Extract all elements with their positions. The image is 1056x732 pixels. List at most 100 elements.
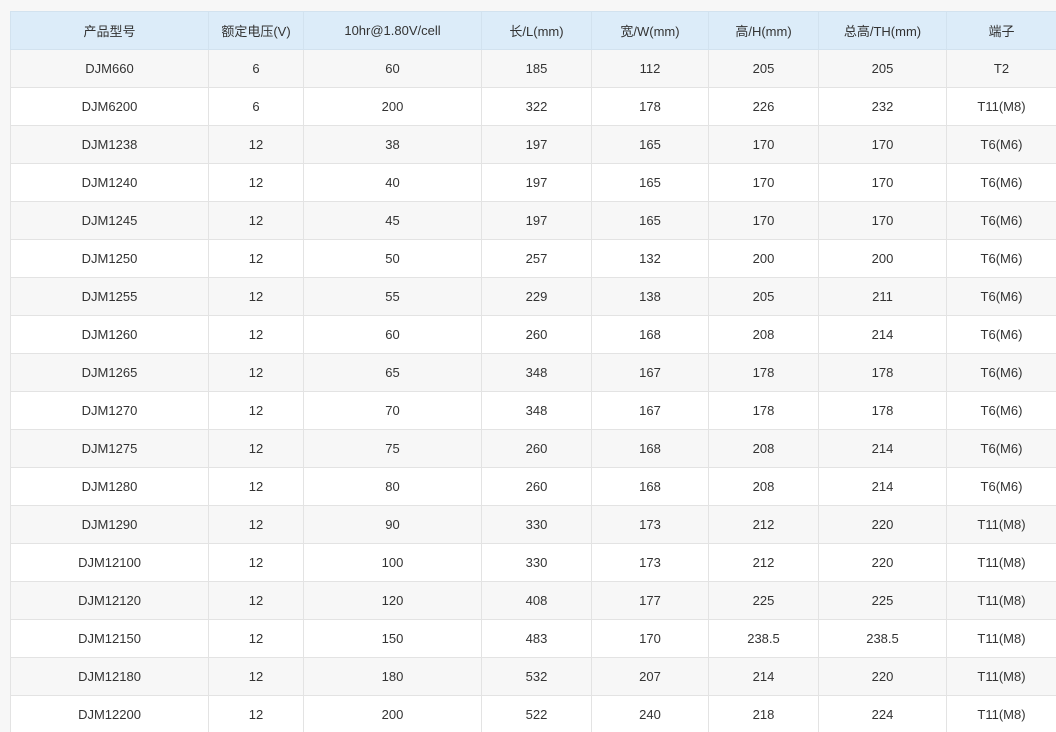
cell-width: 207 bbox=[591, 657, 709, 696]
cell-capacity: 180 bbox=[303, 657, 482, 696]
cell-terminal: T6(M6) bbox=[946, 163, 1056, 202]
cell-length: 408 bbox=[481, 581, 592, 620]
cell-height: 208 bbox=[708, 467, 819, 506]
header-length: 长/L(mm) bbox=[481, 11, 592, 50]
cell-model: DJM1275 bbox=[10, 429, 209, 468]
cell-terminal: T6(M6) bbox=[946, 277, 1056, 316]
table-row: DJM1238 12 38 197 165 170 170 T6(M6) bbox=[10, 125, 1056, 164]
cell-capacity: 80 bbox=[303, 467, 482, 506]
cell-model: DJM1280 bbox=[10, 467, 209, 506]
cell-height: 238.5 bbox=[708, 619, 819, 658]
cell-width: 240 bbox=[591, 695, 709, 732]
header-height: 高/H(mm) bbox=[708, 11, 819, 50]
table-body: DJM660 6 60 185 112 205 205 T2 DJM6200 6 200 322 178… bbox=[10, 49, 1056, 732]
cell-total-height: 214 bbox=[818, 429, 947, 468]
table-header: 产品型号 额定电压(V) 10hr@1.80V/cell 长/L(mm) 宽/W… bbox=[10, 11, 1056, 50]
cell-capacity: 200 bbox=[303, 695, 482, 732]
cell-capacity: 65 bbox=[303, 353, 482, 392]
cell-width: 132 bbox=[591, 239, 709, 278]
cell-terminal: T6(M6) bbox=[946, 467, 1056, 506]
header-row: 产品型号 额定电压(V) 10hr@1.80V/cell 长/L(mm) 宽/W… bbox=[10, 11, 1056, 50]
cell-terminal: T6(M6) bbox=[946, 125, 1056, 164]
cell-terminal: T11(M8) bbox=[946, 581, 1056, 620]
cell-model: DJM12180 bbox=[10, 657, 209, 696]
cell-rated-voltage: 12 bbox=[208, 695, 304, 732]
header-terminal: 端子 bbox=[946, 11, 1056, 50]
cell-capacity: 45 bbox=[303, 201, 482, 240]
cell-capacity: 60 bbox=[303, 315, 482, 354]
cell-total-height: 220 bbox=[818, 657, 947, 696]
cell-total-height: 232 bbox=[818, 87, 947, 126]
cell-terminal: T6(M6) bbox=[946, 353, 1056, 392]
cell-total-height: 178 bbox=[818, 353, 947, 392]
cell-total-height: 214 bbox=[818, 467, 947, 506]
cell-capacity: 60 bbox=[303, 49, 482, 88]
cell-height: 218 bbox=[708, 695, 819, 732]
battery-spec-table: 产品型号 额定电压(V) 10hr@1.80V/cell 长/L(mm) 宽/W… bbox=[10, 11, 1056, 732]
cell-length: 229 bbox=[481, 277, 592, 316]
cell-width: 168 bbox=[591, 315, 709, 354]
header-rated-voltage: 额定电压(V) bbox=[208, 11, 304, 50]
cell-rated-voltage: 12 bbox=[208, 239, 304, 278]
cell-rated-voltage: 12 bbox=[208, 277, 304, 316]
table-row: DJM6200 6 200 322 178 226 232 T11(M8) bbox=[10, 87, 1056, 126]
cell-length: 522 bbox=[481, 695, 592, 732]
cell-length: 260 bbox=[481, 429, 592, 468]
cell-model: DJM1250 bbox=[10, 239, 209, 278]
cell-model: DJM1265 bbox=[10, 353, 209, 392]
cell-model: DJM12200 bbox=[10, 695, 209, 732]
table-row: DJM12120 12 120 408 177 225 225 T11(M8) bbox=[10, 581, 1056, 620]
cell-capacity: 120 bbox=[303, 581, 482, 620]
cell-terminal: T6(M6) bbox=[946, 239, 1056, 278]
cell-total-height: 170 bbox=[818, 163, 947, 202]
cell-length: 185 bbox=[481, 49, 592, 88]
cell-total-height: 225 bbox=[818, 581, 947, 620]
cell-height: 214 bbox=[708, 657, 819, 696]
cell-rated-voltage: 12 bbox=[208, 467, 304, 506]
cell-height: 212 bbox=[708, 505, 819, 544]
cell-height: 212 bbox=[708, 543, 819, 582]
cell-length: 197 bbox=[481, 163, 592, 202]
table-row: DJM1245 12 45 197 165 170 170 T6(M6) bbox=[10, 201, 1056, 240]
cell-rated-voltage: 12 bbox=[208, 125, 304, 164]
cell-terminal: T2 bbox=[946, 49, 1056, 88]
cell-terminal: T11(M8) bbox=[946, 543, 1056, 582]
cell-model: DJM1240 bbox=[10, 163, 209, 202]
cell-terminal: T11(M8) bbox=[946, 619, 1056, 658]
cell-length: 532 bbox=[481, 657, 592, 696]
cell-width: 165 bbox=[591, 125, 709, 164]
cell-terminal: T11(M8) bbox=[946, 505, 1056, 544]
cell-width: 165 bbox=[591, 163, 709, 202]
cell-capacity: 200 bbox=[303, 87, 482, 126]
cell-length: 348 bbox=[481, 353, 592, 392]
cell-rated-voltage: 12 bbox=[208, 505, 304, 544]
cell-terminal: T6(M6) bbox=[946, 201, 1056, 240]
table-row: DJM12150 12 150 483 170 238.5 238.5 T11(M8) bbox=[10, 619, 1056, 658]
cell-rated-voltage: 12 bbox=[208, 619, 304, 658]
cell-model: DJM1290 bbox=[10, 505, 209, 544]
cell-length: 257 bbox=[481, 239, 592, 278]
cell-width: 168 bbox=[591, 467, 709, 506]
cell-width: 177 bbox=[591, 581, 709, 620]
cell-total-height: 214 bbox=[818, 315, 947, 354]
cell-width: 173 bbox=[591, 505, 709, 544]
cell-height: 170 bbox=[708, 125, 819, 164]
table-row: DJM1240 12 40 197 165 170 170 T6(M6) bbox=[10, 163, 1056, 202]
cell-rated-voltage: 12 bbox=[208, 429, 304, 468]
cell-height: 208 bbox=[708, 429, 819, 468]
cell-height: 208 bbox=[708, 315, 819, 354]
cell-height: 200 bbox=[708, 239, 819, 278]
table-row: DJM1255 12 55 229 138 205 211 T6(M6) bbox=[10, 277, 1056, 316]
cell-rated-voltage: 12 bbox=[208, 391, 304, 430]
table-row: DJM1280 12 80 260 168 208 214 T6(M6) bbox=[10, 467, 1056, 506]
table-row: DJM12200 12 200 522 240 218 224 T11(M8) bbox=[10, 695, 1056, 732]
cell-total-height: 211 bbox=[818, 277, 947, 316]
cell-length: 330 bbox=[481, 543, 592, 582]
cell-rated-voltage: 12 bbox=[208, 315, 304, 354]
cell-length: 483 bbox=[481, 619, 592, 658]
cell-terminal: T11(M8) bbox=[946, 657, 1056, 696]
cell-rated-voltage: 6 bbox=[208, 87, 304, 126]
cell-model: DJM1260 bbox=[10, 315, 209, 354]
header-model: 产品型号 bbox=[10, 11, 209, 50]
cell-total-height: 224 bbox=[818, 695, 947, 732]
